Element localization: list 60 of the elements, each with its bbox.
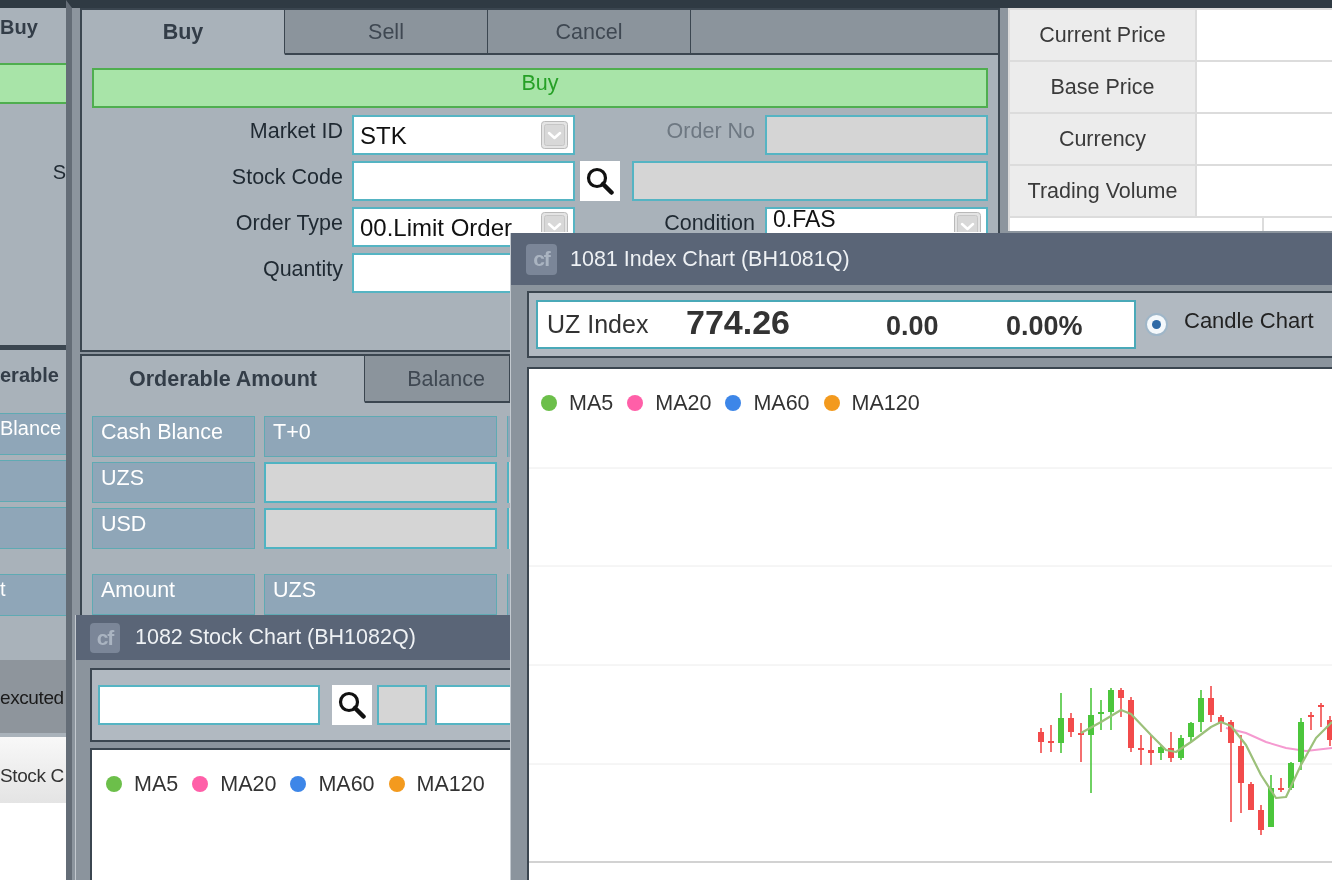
table-cell: T+0 [264, 416, 497, 457]
status-label: excuted [0, 687, 64, 708]
table-cell: UZS [92, 462, 255, 503]
table-cell: t [0, 574, 66, 616]
tab[interactable]: Orderable Amount [82, 356, 365, 403]
window-title: 1081 Index Chart (BH1081Q) [570, 246, 850, 272]
table-cell: UZS [264, 574, 497, 615]
change-rate: 0.00% [1006, 309, 1084, 342]
field-label: Order No [665, 118, 755, 145]
input-field[interactable] [352, 161, 575, 201]
index-name: UZ Index [547, 310, 650, 339]
table-cell: Base Price [1010, 62, 1195, 112]
index-price: 774.26 [686, 303, 791, 342]
tab[interactable]: Cancel [488, 10, 691, 55]
input-field[interactable] [435, 685, 510, 725]
table-cell: Amount [92, 574, 255, 615]
search-icon [338, 691, 366, 719]
legend-label: MA120 [416, 771, 485, 796]
legend-label: MA60 [318, 771, 375, 796]
action-button[interactable] [0, 63, 66, 104]
price-change: 0.00 [886, 309, 940, 342]
field-label: S [52, 161, 66, 184]
dropdown-icon [541, 212, 568, 232]
field-label: Market ID [248, 118, 343, 145]
search-icon [586, 167, 614, 195]
dropdown-icon [541, 121, 568, 149]
table-cell [0, 460, 66, 502]
input-field[interactable] [352, 253, 510, 293]
search-button[interactable] [580, 161, 620, 201]
table-cell: Current Price [1010, 10, 1195, 60]
legend-label: MA60 [753, 390, 810, 415]
table-cell: Cash Blance [92, 416, 255, 457]
legend-label: MA20 [220, 771, 277, 796]
dropdown-icon [954, 212, 981, 232]
legend-label: MA5 [569, 390, 614, 415]
input-field[interactable] [98, 685, 320, 725]
radio-button[interactable] [1145, 313, 1168, 336]
tab[interactable]: Sell [285, 10, 488, 55]
field-label: Condition [663, 210, 755, 237]
legend-label: MA5 [134, 771, 179, 796]
readonly-field [377, 685, 427, 725]
table-cell: USD [92, 508, 255, 549]
menu-item[interactable]: Stock C [0, 737, 66, 803]
tab[interactable]: Buy [0, 16, 38, 38]
table-cell: Currency [1010, 114, 1195, 164]
table-cell: Blance [0, 413, 66, 455]
table-cell: Trading Volume [1010, 166, 1195, 216]
legend-label: MA20 [655, 390, 712, 415]
dropdown-field[interactable]: STK [352, 115, 575, 155]
search-button[interactable] [332, 685, 372, 725]
field-label: Stock Code [230, 164, 343, 191]
window-title: 1082 Stock Chart (BH1082Q) [135, 625, 416, 650]
radio-label[interactable]: Candle Chart [1184, 307, 1314, 334]
tab[interactable]: erable [0, 364, 59, 386]
tab[interactable]: Buy [82, 10, 285, 55]
legend-label: MA120 [851, 390, 920, 415]
field-label: Order Type [234, 210, 343, 237]
field-label: Quantity [261, 256, 343, 283]
table-cell [1264, 218, 1332, 231]
table-cell [0, 507, 66, 549]
